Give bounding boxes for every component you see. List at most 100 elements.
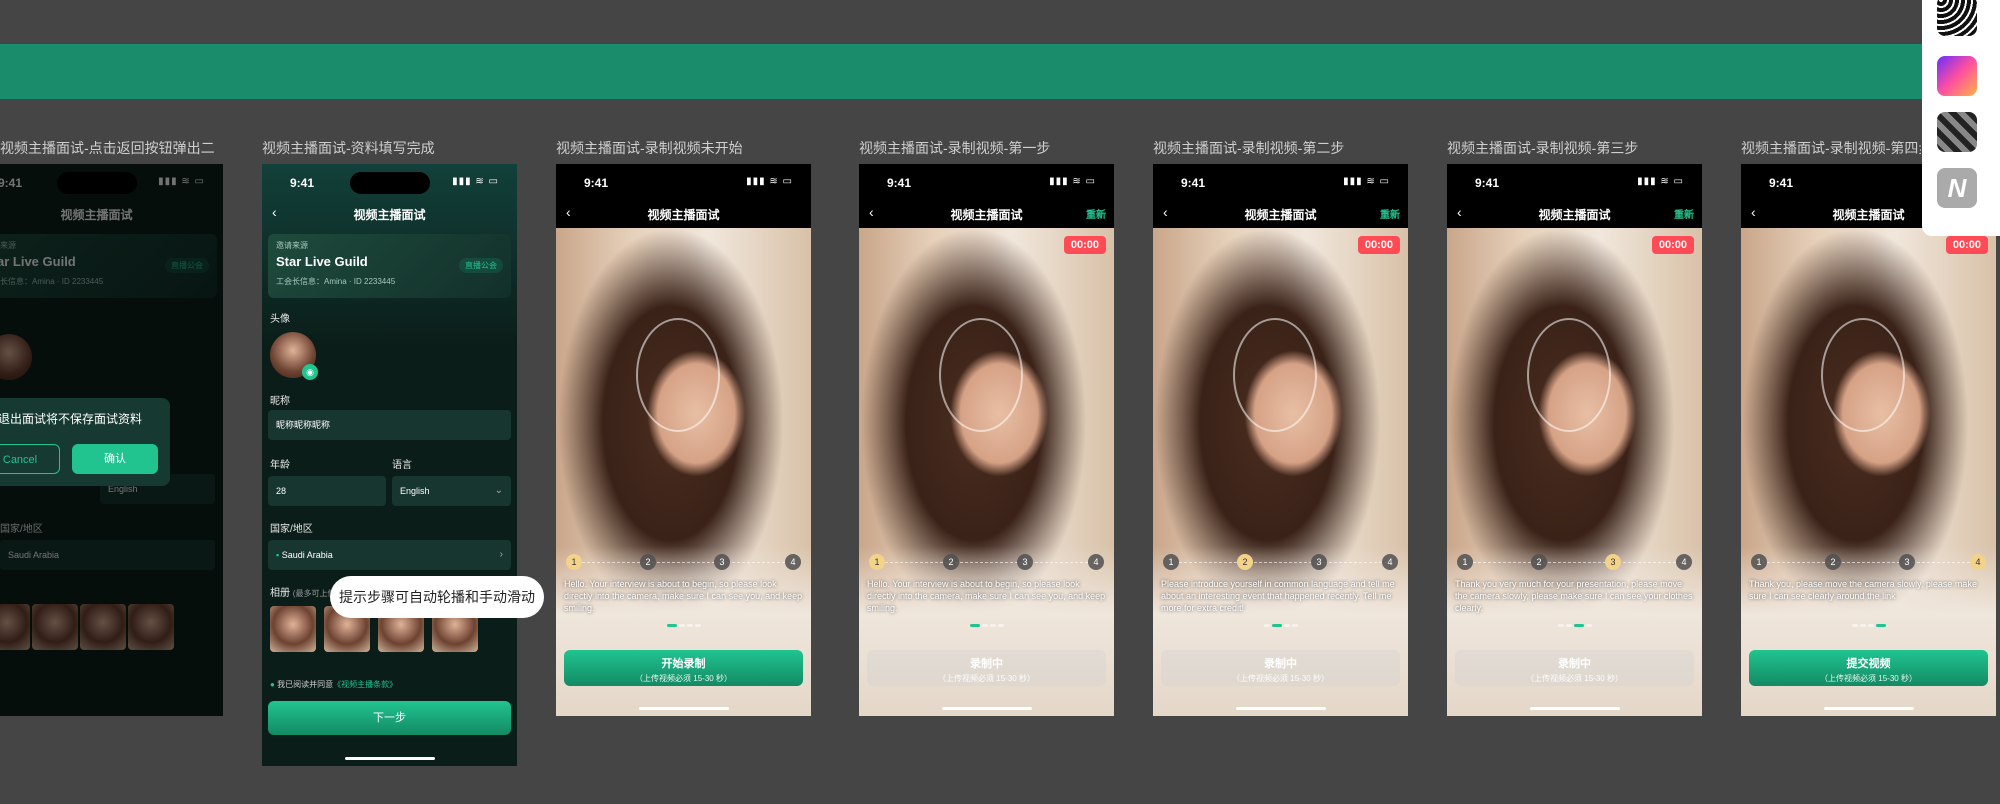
record-button[interactable]: 录制中 （上传视频必须 15-30 秒）: [1161, 650, 1400, 686]
app-icon-n[interactable]: N: [1937, 168, 1977, 208]
step-dot[interactable]: 3: [1311, 554, 1327, 570]
record-button[interactable]: 开始录制 （上传视频必须 15-30 秒）: [564, 650, 803, 686]
face-guide-outline: [636, 318, 720, 432]
step-dot[interactable]: 4: [785, 554, 801, 570]
record-button[interactable]: 录制中 （上传视频必须 15-30 秒）: [1455, 650, 1694, 686]
carousel-pager[interactable]: [859, 623, 1114, 629]
home-indicator: [1529, 707, 1620, 710]
status-time: 9:41: [1475, 176, 1500, 190]
home-indicator: [1235, 707, 1326, 710]
record-button[interactable]: 提交视频 （上传视频必须 15-30 秒）: [1749, 650, 1988, 686]
app-icon-pixel[interactable]: [1937, 112, 1977, 152]
step-dot[interactable]: 4: [1970, 554, 1986, 570]
annotation-tooltip: 提示步骤可自动轮播和手动滑动: [330, 576, 544, 618]
step-dot[interactable]: 2: [1237, 554, 1253, 570]
status-time: 9:41: [290, 176, 315, 190]
carousel-pager[interactable]: [1153, 623, 1408, 629]
step-dot[interactable]: 1: [869, 554, 885, 570]
step-line: [1169, 562, 1392, 563]
check-icon[interactable]: ●: [270, 680, 275, 689]
carousel-pager[interactable]: [1741, 623, 1996, 629]
step-indicator[interactable]: 1 2 3 4: [869, 554, 1104, 572]
step-dot[interactable]: 4: [1676, 554, 1692, 570]
status-icons: ▮▮▮ ≋ ▭: [1637, 176, 1684, 187]
status-time: 9:41: [887, 176, 912, 190]
record-button-label: 录制中: [970, 658, 1003, 670]
record-button-label: 提交视频: [1846, 658, 1891, 670]
status-time: 9:41: [1769, 176, 1794, 190]
nav-title: 视频主播面试: [1244, 208, 1317, 222]
camera-preview: [1741, 228, 1996, 716]
language-label: 语言: [392, 460, 412, 471]
step-dot[interactable]: 2: [640, 554, 656, 570]
record-button-sub: （上传视频必须 15-30 秒）: [635, 674, 732, 683]
age-input[interactable]: 28: [268, 476, 386, 506]
step-indicator[interactable]: 1 2 3 4: [1751, 554, 1986, 572]
record-button-sub: （上传视频必须 15-30 秒）: [1526, 674, 1623, 683]
record-timer: 00:00: [1357, 236, 1400, 254]
step-dot[interactable]: 3: [1605, 554, 1621, 570]
step-line: [875, 562, 1098, 563]
step-dot[interactable]: 3: [1899, 554, 1915, 570]
status-bar: 9:41 ▮▮▮ ≋ ▭: [1447, 164, 1702, 200]
carousel-pager[interactable]: [556, 623, 811, 629]
step-dot[interactable]: 1: [1457, 554, 1473, 570]
guild-sub: 工会长信息：Amina · ID 2233445: [276, 277, 396, 286]
redo-button[interactable]: 重新: [1086, 206, 1106, 221]
step-dot[interactable]: 4: [1382, 554, 1398, 570]
language-select[interactable]: English ⌄: [392, 476, 511, 506]
step-indicator[interactable]: 1 2 3 4: [566, 554, 801, 572]
app-icon-dots[interactable]: [1937, 0, 1977, 36]
record-button-sub: （上传视频必须 15-30 秒）: [938, 674, 1035, 683]
app-icon-cat[interactable]: [1937, 56, 1977, 96]
status-bar: 9:41 ▮▮▮ ≋ ▭: [859, 164, 1114, 200]
step-dot[interactable]: 2: [943, 554, 959, 570]
status-icons: ▮▮▮ ≋ ▭: [452, 176, 499, 187]
country-value: Saudi Arabia: [281, 550, 333, 560]
face-guide-outline: [1821, 318, 1905, 432]
chevron-down-icon: ⌄: [494, 485, 503, 496]
home-indicator: [941, 707, 1032, 710]
phone-record: 9:41 ▮▮▮ ≋ ▭ ‹ 视频主播面试 重新 00:00 1 2 3 4 T…: [1741, 164, 1996, 716]
step-dot[interactable]: 1: [566, 554, 582, 570]
terms-agreement[interactable]: ● 我已阅读并同意《视频主播条款》: [270, 679, 397, 690]
cancel-button[interactable]: Cancel: [0, 444, 60, 474]
camera-icon[interactable]: ◉: [302, 364, 318, 380]
record-button-label: 开始录制: [661, 658, 706, 670]
nav-bar: ‹ 视频主播面试 重新: [1447, 200, 1702, 228]
step-dot[interactable]: 2: [1531, 554, 1547, 570]
step-line: [1463, 562, 1686, 563]
camera-preview: [1447, 228, 1702, 716]
record-button[interactable]: 录制中 （上传视频必须 15-30 秒）: [867, 650, 1106, 686]
instruction-caption: Hello. Your interview is about to begin,…: [564, 579, 803, 613]
step-indicator[interactable]: 1 2 3 4: [1457, 554, 1692, 572]
dynamic-island: [1534, 172, 1615, 194]
status-icons: ▮▮▮ ≋ ▭: [746, 176, 793, 187]
dynamic-island: [349, 172, 430, 194]
country-select[interactable]: ▪ Saudi Arabia ›: [268, 540, 511, 570]
frame-title-form: 视频主播面试-资料填写完成: [262, 140, 435, 156]
step-dot[interactable]: 1: [1163, 554, 1179, 570]
confirm-button[interactable]: 确认: [72, 444, 158, 474]
redo-button[interactable]: 重新: [1380, 206, 1400, 221]
phone-record: 9:41 ▮▮▮ ≋ ▭ ‹ 视频主播面试 重新 00:00 1 2 3 4 P…: [1153, 164, 1408, 716]
nickname-input[interactable]: 昵称昵称昵称: [268, 410, 511, 440]
album-thumb[interactable]: [270, 606, 316, 652]
next-button[interactable]: 下一步: [268, 701, 511, 735]
carousel-pager[interactable]: [1447, 623, 1702, 629]
avatar[interactable]: ◉: [270, 332, 318, 380]
phone-form: 9:41 ▮▮▮ ≋ ▭ ‹ 视频主播面试 邀请来源 Star Live Gui…: [262, 164, 517, 766]
face-guide-outline: [1233, 318, 1317, 432]
step-dot[interactable]: 2: [1825, 554, 1841, 570]
language-value: English: [400, 486, 430, 496]
avatar-label: 头像: [270, 314, 290, 325]
step-dot[interactable]: 4: [1088, 554, 1104, 570]
step-dot[interactable]: 3: [1017, 554, 1033, 570]
step-dot[interactable]: 1: [1751, 554, 1767, 570]
step-indicator[interactable]: 1 2 3 4: [1163, 554, 1398, 572]
redo-button[interactable]: 重新: [1674, 206, 1694, 221]
terms-link[interactable]: 《视频主播条款》: [333, 680, 397, 689]
step-dot[interactable]: 3: [714, 554, 730, 570]
camera-preview: [859, 228, 1114, 716]
dynamic-island: [946, 172, 1027, 194]
